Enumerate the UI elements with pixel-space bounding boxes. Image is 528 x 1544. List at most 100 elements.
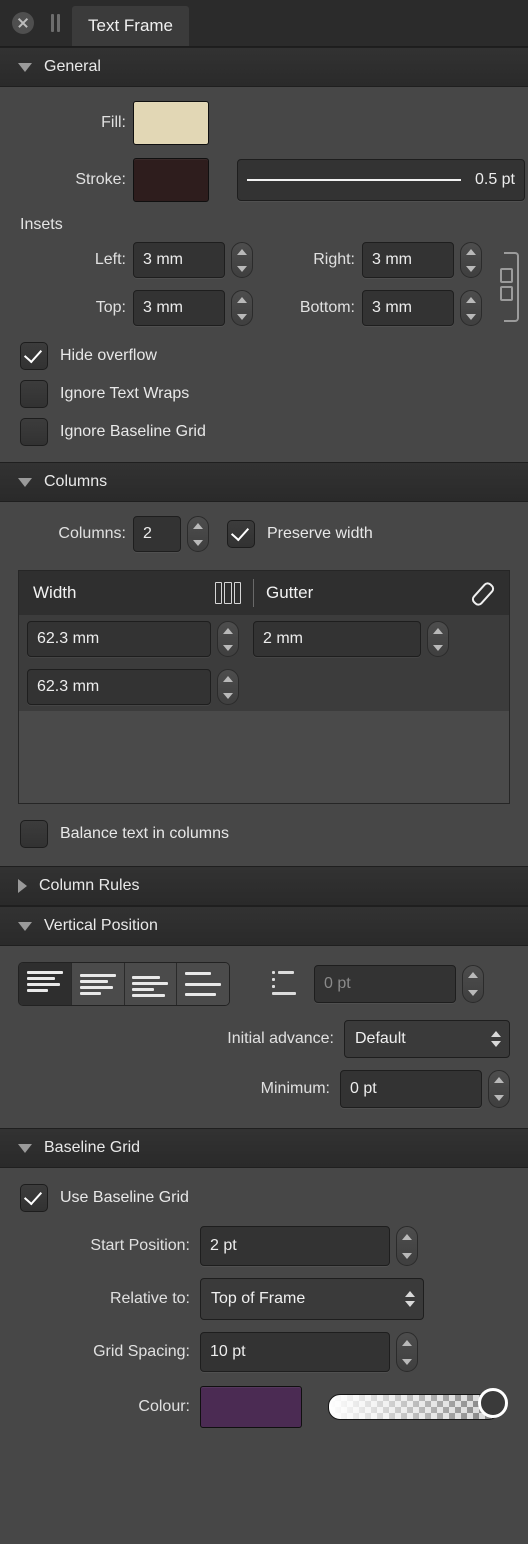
column-width-field[interactable]: 62.3 mm [27, 669, 211, 705]
vertical-align-group [18, 962, 230, 1006]
table-row[interactable]: 62.3 mm 2 mm [19, 615, 509, 663]
inset-bottom-field[interactable]: 3 mm [362, 290, 454, 326]
fill-colour-swatch[interactable] [133, 101, 209, 145]
checkbox-box [20, 342, 48, 370]
baseline-offset-icon [272, 969, 302, 999]
columns-count-stepper[interactable] [187, 516, 209, 552]
column-width-stepper[interactable] [217, 669, 239, 705]
start-position-field[interactable]: 2 pt [200, 1226, 390, 1266]
relative-to-select[interactable]: Top of Frame [200, 1278, 424, 1320]
section-header-columns[interactable]: Columns [0, 462, 528, 502]
minimum-stepper[interactable] [488, 1070, 510, 1108]
tab-label: Text Frame [88, 16, 174, 35]
checkbox-ignore-baseline-grid[interactable]: Ignore Baseline Grid [20, 418, 528, 446]
insets-label: Insets [20, 216, 63, 233]
columns-icon[interactable] [215, 582, 241, 604]
column-gutter-field[interactable]: 2 mm [253, 621, 421, 657]
relative-to-value: Top of Frame [211, 1290, 306, 1307]
checkbox-label: Use Baseline Grid [60, 1189, 189, 1206]
opacity-slider[interactable] [328, 1388, 508, 1422]
inset-top-field[interactable]: 3 mm [133, 290, 225, 326]
fill-label: Fill: [101, 114, 126, 131]
pause-grip-icon[interactable] [50, 14, 62, 32]
columns-count-row: Columns: 2 Preserve width [0, 502, 528, 552]
initial-advance-row: Initial advance: Default [0, 1006, 528, 1058]
columns-count-value: 2 [143, 525, 152, 542]
table-row[interactable]: 62.3 mm [19, 663, 509, 711]
inset-left-value: 3 mm [143, 251, 183, 268]
link-chain-icon[interactable] [498, 248, 524, 322]
inset-top-label: Top: [95, 299, 126, 316]
inset-left-field[interactable]: 3 mm [133, 242, 225, 278]
start-position-row: Start Position: 2 pt [0, 1212, 528, 1266]
checkbox-balance-text[interactable]: Balance text in columns [20, 820, 528, 848]
minimum-row: Minimum: 0 pt [0, 1058, 528, 1126]
section-header-column-rules[interactable]: Column Rules [0, 866, 528, 906]
vertical-align-row: 0 pt [0, 946, 528, 1006]
close-circle-icon[interactable] [12, 12, 34, 34]
inset-left-stepper[interactable] [231, 242, 253, 278]
tab-text-frame[interactable]: Text Frame [72, 6, 190, 46]
checkbox-preserve-width[interactable]: Preserve width [227, 520, 373, 548]
minimum-label: Minimum: [260, 1080, 330, 1097]
columns-count-field[interactable]: 2 [133, 516, 181, 552]
column-header-width: Width [33, 583, 77, 602]
minimum-field[interactable]: 0 pt [340, 1070, 482, 1108]
inset-right-stepper[interactable] [460, 242, 482, 278]
column-header-gutter: Gutter [266, 583, 314, 602]
inset-left-label: Left: [94, 251, 126, 268]
colour-row: Colour: [0, 1372, 528, 1428]
baseline-offset-field[interactable]: 0 pt [314, 965, 456, 1003]
section-header-vertical-position[interactable]: Vertical Position [0, 906, 528, 946]
initial-advance-label: Initial advance: [227, 1030, 334, 1047]
panel-tabbar: Text Frame [0, 0, 528, 47]
align-top-button[interactable] [19, 963, 72, 1005]
chevron-down-icon [18, 62, 32, 72]
checkbox-ignore-text-wraps[interactable]: Ignore Text Wraps [20, 380, 528, 408]
checkbox-label: Ignore Text Wraps [60, 385, 190, 402]
columns-count-label: Columns: [58, 525, 126, 542]
grid-spacing-field[interactable]: 10 pt [200, 1332, 390, 1372]
inset-right-field[interactable]: 3 mm [362, 242, 454, 278]
stroke-label: Stroke: [75, 171, 126, 188]
grid-spacing-stepper[interactable] [396, 1332, 418, 1372]
pencil-icon[interactable] [469, 582, 491, 604]
start-position-stepper[interactable] [396, 1226, 418, 1266]
inset-right-label: Right: [313, 251, 355, 268]
column-width-field[interactable]: 62.3 mm [27, 621, 211, 657]
start-position-value: 2 pt [210, 1237, 237, 1254]
stroke-width-field[interactable]: 0.5 pt [237, 159, 525, 201]
align-justify-icon [185, 972, 222, 996]
grid-colour-swatch[interactable] [200, 1386, 302, 1428]
baseline-offset-stepper[interactable] [462, 965, 484, 1003]
checkbox-use-baseline-grid[interactable]: Use Baseline Grid [20, 1184, 528, 1212]
section-title-column-rules: Column Rules [39, 877, 140, 894]
section-header-general[interactable]: General [0, 47, 528, 87]
chevron-down-icon [18, 921, 32, 931]
columns-table-empty-area[interactable] [19, 711, 509, 803]
inset-top-value: 3 mm [143, 299, 183, 316]
checkbox-box [20, 418, 48, 446]
section-body-vertical-position: 0 pt Initial advance: Default Minimum: 0… [0, 946, 528, 1128]
section-header-baseline-grid[interactable]: Baseline Grid [0, 1128, 528, 1168]
checkbox-hide-overflow[interactable]: Hide overflow [20, 342, 528, 370]
section-title-columns: Columns [44, 473, 108, 490]
inset-top-stepper[interactable] [231, 290, 253, 326]
inset-bottom-value: 3 mm [372, 299, 412, 316]
inset-left-row: Left: 3 mm Right: 3 mm [0, 242, 496, 278]
stroke-colour-swatch[interactable] [133, 158, 209, 202]
initial-advance-select[interactable]: Default [344, 1020, 510, 1058]
align-bottom-button[interactable] [124, 963, 178, 1005]
inset-bottom-stepper[interactable] [460, 290, 482, 326]
opacity-knob[interactable] [478, 1388, 508, 1418]
section-title-general: General [44, 58, 101, 75]
grid-spacing-label: Grid Spacing: [93, 1343, 190, 1360]
column-width-stepper[interactable] [217, 621, 239, 657]
align-justify-button[interactable] [177, 963, 229, 1005]
column-width-value: 62.3 mm [37, 678, 100, 695]
align-center-button[interactable] [71, 963, 125, 1005]
section-title-baseline-grid: Baseline Grid [44, 1139, 141, 1156]
column-gutter-stepper[interactable] [427, 621, 449, 657]
panel-controls [0, 0, 72, 46]
grid-spacing-value: 10 pt [210, 1343, 246, 1360]
